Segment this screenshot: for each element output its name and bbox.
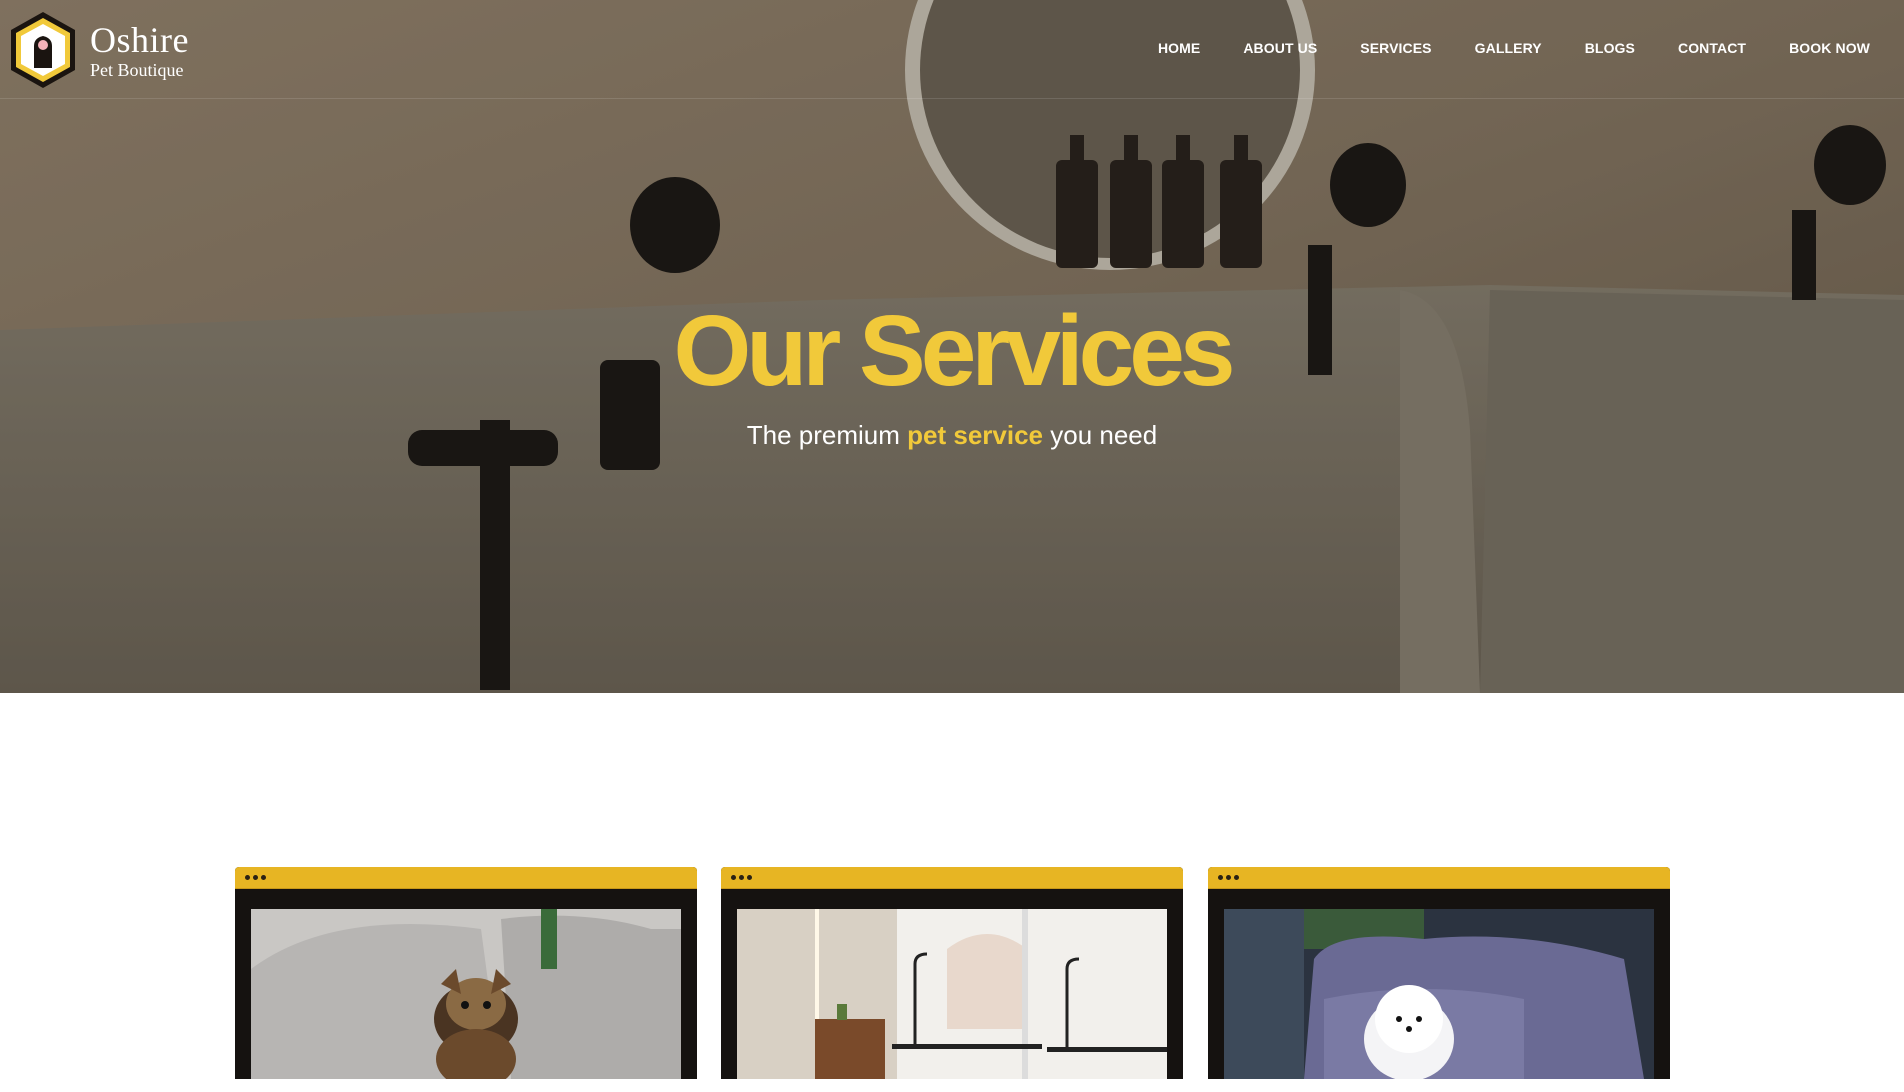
brand-name: Oshire xyxy=(90,19,189,60)
window-dot-icon xyxy=(739,875,744,880)
card-window-bar xyxy=(721,867,1183,889)
window-dot-icon xyxy=(1226,875,1231,880)
window-dot-icon xyxy=(747,875,752,880)
service-card[interactable] xyxy=(1208,867,1670,1079)
nav-book-now[interactable]: BOOK NOW xyxy=(1789,40,1870,56)
card-window-bar xyxy=(235,867,697,889)
brand-subtitle: Pet Boutique xyxy=(90,59,184,80)
hero-banner: Oshire Pet Boutique HOME ABOUT US SERVIC… xyxy=(0,0,1904,693)
window-dot-icon xyxy=(261,875,266,880)
service-card[interactable] xyxy=(721,867,1183,1079)
window-dot-icon xyxy=(731,875,736,880)
service-image-salon xyxy=(737,909,1167,1079)
window-dot-icon xyxy=(245,875,250,880)
nav-about-us[interactable]: ABOUT US xyxy=(1243,40,1317,56)
paw-hexagon-logo-icon xyxy=(11,12,75,88)
window-dot-icon xyxy=(1234,875,1239,880)
nav-blogs[interactable]: BLOGS xyxy=(1585,40,1635,56)
card-window-bar xyxy=(1208,867,1670,889)
window-dot-icon xyxy=(1218,875,1223,880)
service-image-yorkie xyxy=(251,909,681,1079)
brand-logo[interactable]: Oshire Pet Boutique xyxy=(8,10,189,90)
hero-subtitle-start: The premium xyxy=(746,420,908,450)
site-header: Oshire Pet Boutique HOME ABOUT US SERVIC… xyxy=(0,0,1904,99)
nav-home[interactable]: HOME xyxy=(1158,40,1200,56)
nav-services[interactable]: SERVICES xyxy=(1360,40,1431,56)
nav-contact[interactable]: CONTACT xyxy=(1678,40,1746,56)
service-image-pomeranian xyxy=(1224,909,1654,1079)
services-cards xyxy=(235,867,1670,1092)
hero-subtitle: The premium pet service you need xyxy=(0,420,1904,451)
nav-gallery[interactable]: GALLERY xyxy=(1475,40,1542,56)
window-dot-icon xyxy=(253,875,258,880)
service-card[interactable] xyxy=(235,867,697,1079)
hero-subtitle-end: you need xyxy=(1043,420,1158,450)
page-title: Our Services xyxy=(673,295,1235,407)
main-nav: HOME ABOUT US SERVICES GALLERY BLOGS CON… xyxy=(1115,40,1870,56)
hero-subtitle-highlight: pet service xyxy=(907,420,1044,450)
